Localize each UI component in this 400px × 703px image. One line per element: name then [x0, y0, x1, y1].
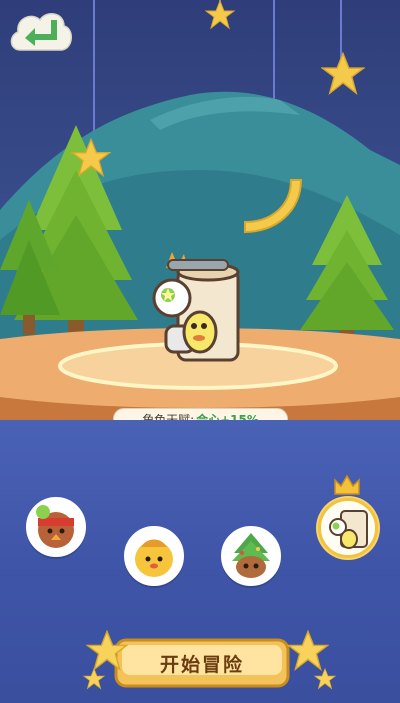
yellow-chick-icon [128, 530, 180, 582]
character-portrait-red-headband[interactable] [26, 497, 86, 557]
back-button[interactable] [8, 6, 74, 58]
crown-icon [334, 474, 360, 495]
character-portrait-yellow-chick[interactable] [124, 526, 184, 586]
star-icon [86, 630, 128, 672]
character-portrait-stump-knight[interactable] [318, 498, 378, 558]
start-adventure-button[interactable] [112, 636, 292, 690]
character-portrait-tree-hat[interactable] [221, 526, 281, 586]
star-icon [83, 668, 105, 690]
star-icon [71, 138, 111, 178]
crescent-moon-icon [244, 179, 303, 234]
star-icon [205, 0, 235, 30]
red-headband-bird-icon [30, 501, 82, 553]
star-icon [314, 668, 336, 690]
tree-hat-icon [225, 530, 277, 582]
character-select-scene: 角色天赋: 会心+15% [0, 0, 400, 703]
star-icon [321, 52, 365, 95]
featured-character [152, 252, 240, 362]
star-icon [287, 630, 329, 672]
stump-knight-icon [322, 502, 374, 554]
back-arrow-icon [25, 20, 57, 46]
